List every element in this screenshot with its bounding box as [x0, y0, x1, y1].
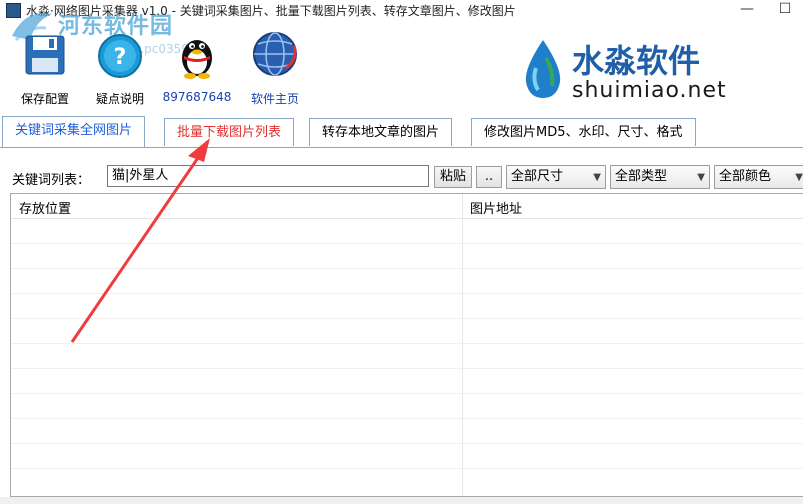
help-icon: ? — [95, 24, 145, 80]
brand-name-cn: 水淼软件 — [572, 42, 701, 80]
column-divider — [462, 194, 463, 496]
column-header-url[interactable]: 图片地址 — [470, 198, 522, 217]
chevron-down-icon: ▼ — [593, 172, 601, 183]
row-separator — [11, 318, 803, 319]
column-header-location[interactable]: 存放位置 — [19, 198, 71, 217]
keyword-label: 关键词列表： — [12, 173, 91, 188]
globe-icon — [250, 24, 300, 80]
save-config-button[interactable]: 保存配置 — [10, 24, 80, 107]
qq-number-label: 897687648 — [162, 90, 232, 104]
tab-keyword-collect[interactable]: 关键词采集全网图片 — [2, 116, 146, 147]
row-separator — [11, 243, 803, 244]
tab-batch-download[interactable]: 批量下载图片列表 — [164, 118, 295, 146]
image-list[interactable]: 存放位置 图片地址 — [10, 193, 803, 497]
water-drop-icon — [525, 40, 561, 98]
tab-local-articles[interactable]: 转存本地文章的图片 — [309, 118, 453, 146]
chevron-down-icon: ▼ — [795, 172, 803, 183]
chevron-down-icon: ▼ — [697, 172, 705, 183]
brand-name-en: shuimiao.net — [572, 78, 727, 103]
help-button[interactable]: ? 疑点说明 — [85, 24, 155, 107]
status-bar — [0, 497, 803, 504]
row-separator — [11, 293, 803, 294]
type-select[interactable]: 全部类型 ▼ — [610, 165, 710, 189]
row-separator — [11, 393, 803, 394]
qq-contact-button[interactable]: 897687648 — [162, 24, 232, 104]
tab-modify-images[interactable]: 修改图片MD5、水印、尺寸、格式 — [471, 118, 696, 146]
save-config-label: 保存配置 — [20, 92, 69, 106]
homepage-label: 软件主页 — [250, 92, 299, 106]
minimize-button[interactable]: — — [732, 0, 762, 20]
type-select-value: 全部类型 — [615, 169, 668, 184]
tab-bar: 关键词采集全网图片 批量下载图片列表 转存本地文章的图片 修改图片MD5、水印、… — [0, 115, 803, 148]
maximize-button[interactable]: ☐ — [770, 0, 800, 20]
row-separator — [11, 443, 803, 444]
color-select-value: 全部颜色 — [719, 169, 772, 184]
help-label: 疑点说明 — [95, 92, 144, 106]
keyword-input[interactable]: 猫|外星人 — [107, 165, 429, 187]
size-select[interactable]: 全部尺寸 ▼ — [506, 165, 606, 189]
row-separator — [11, 343, 803, 344]
list-header: 存放位置 图片地址 — [11, 194, 803, 219]
paste-button[interactable]: 粘贴 — [434, 166, 472, 188]
svg-text:?: ? — [114, 45, 127, 70]
brand-logo: 水淼软件 shuimiao.net — [520, 36, 780, 106]
floppy-disk-icon — [20, 24, 70, 80]
color-select[interactable]: 全部颜色 ▼ — [714, 165, 803, 189]
size-select-value: 全部尺寸 — [511, 169, 564, 184]
row-separator — [11, 418, 803, 419]
row-separator — [11, 468, 803, 469]
row-separator — [11, 268, 803, 269]
qq-penguin-icon — [172, 24, 222, 80]
row-separator — [11, 368, 803, 369]
more-button[interactable]: .. — [476, 166, 502, 188]
homepage-button[interactable]: 软件主页 — [240, 24, 310, 107]
